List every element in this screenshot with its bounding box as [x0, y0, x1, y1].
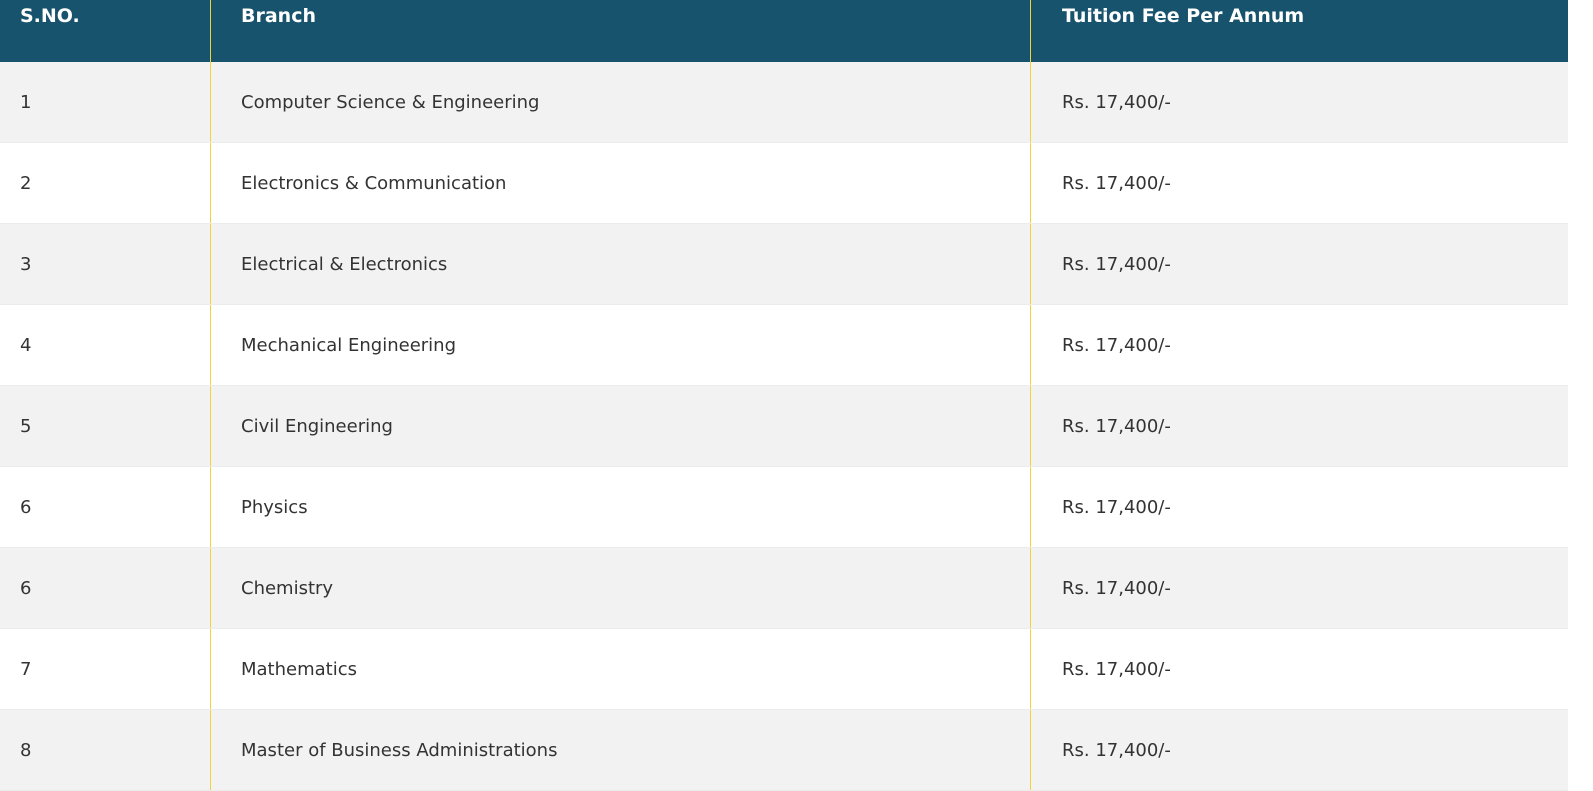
- page-margin-strip: [1568, 0, 1593, 780]
- table-row: 3 Electrical & Electronics Rs. 17,400/-: [0, 224, 1568, 305]
- sno-cell: 6: [20, 496, 32, 518]
- branch-cell: Chemistry: [210, 548, 1030, 628]
- fee-cell: Rs. 17,400/-: [1030, 629, 1568, 709]
- table-row: 6 Chemistry Rs. 17,400/-: [0, 548, 1568, 629]
- table-row: 4 Mechanical Engineering Rs. 17,400/-: [0, 305, 1568, 386]
- table-row: 7 Mathematics Rs. 17,400/-: [0, 629, 1568, 710]
- table-body: 1 Computer Science & Engineering Rs. 17,…: [0, 62, 1568, 791]
- tuition-fee-table: S.NO. Branch Tuition Fee Per Annum 1 Com…: [0, 0, 1568, 791]
- fee-cell: Rs. 17,400/-: [1030, 224, 1568, 304]
- sno-cell: 3: [20, 253, 32, 275]
- branch-cell: Electronics & Communication: [210, 143, 1030, 223]
- sno-cell: 6: [20, 577, 32, 599]
- table-row: 8 Master of Business Administrations Rs.…: [0, 710, 1568, 791]
- branch-cell: Master of Business Administrations: [210, 710, 1030, 790]
- fee-cell: Rs. 17,400/-: [1030, 62, 1568, 142]
- table-row: 1 Computer Science & Engineering Rs. 17,…: [0, 62, 1568, 143]
- fee-cell: Rs. 17,400/-: [1030, 386, 1568, 466]
- sno-cell: 5: [20, 415, 32, 437]
- branch-cell: Mathematics: [210, 629, 1030, 709]
- fee-cell: Rs. 17,400/-: [1030, 548, 1568, 628]
- sno-cell: 4: [20, 334, 32, 356]
- sno-cell: 7: [20, 658, 32, 680]
- fee-cell: Rs. 17,400/-: [1030, 467, 1568, 547]
- branch-cell: Physics: [210, 467, 1030, 547]
- header-sno: S.NO.: [20, 5, 80, 27]
- table-row: 2 Electronics & Communication Rs. 17,400…: [0, 143, 1568, 224]
- branch-cell: Computer Science & Engineering: [210, 62, 1030, 142]
- fee-cell: Rs. 17,400/-: [1030, 305, 1568, 385]
- table-row: 5 Civil Engineering Rs. 17,400/-: [0, 386, 1568, 467]
- table-row: 6 Physics Rs. 17,400/-: [0, 467, 1568, 548]
- sno-cell: 8: [20, 739, 32, 761]
- fee-cell: Rs. 17,400/-: [1030, 143, 1568, 223]
- sno-cell: 2: [20, 172, 32, 194]
- sno-cell: 1: [20, 91, 32, 113]
- branch-cell: Civil Engineering: [210, 386, 1030, 466]
- header-branch: Branch: [210, 0, 1030, 62]
- branch-cell: Mechanical Engineering: [210, 305, 1030, 385]
- fee-cell: Rs. 17,400/-: [1030, 710, 1568, 790]
- table-header: S.NO. Branch Tuition Fee Per Annum: [0, 0, 1568, 62]
- header-fee: Tuition Fee Per Annum: [1030, 0, 1568, 62]
- branch-cell: Electrical & Electronics: [210, 224, 1030, 304]
